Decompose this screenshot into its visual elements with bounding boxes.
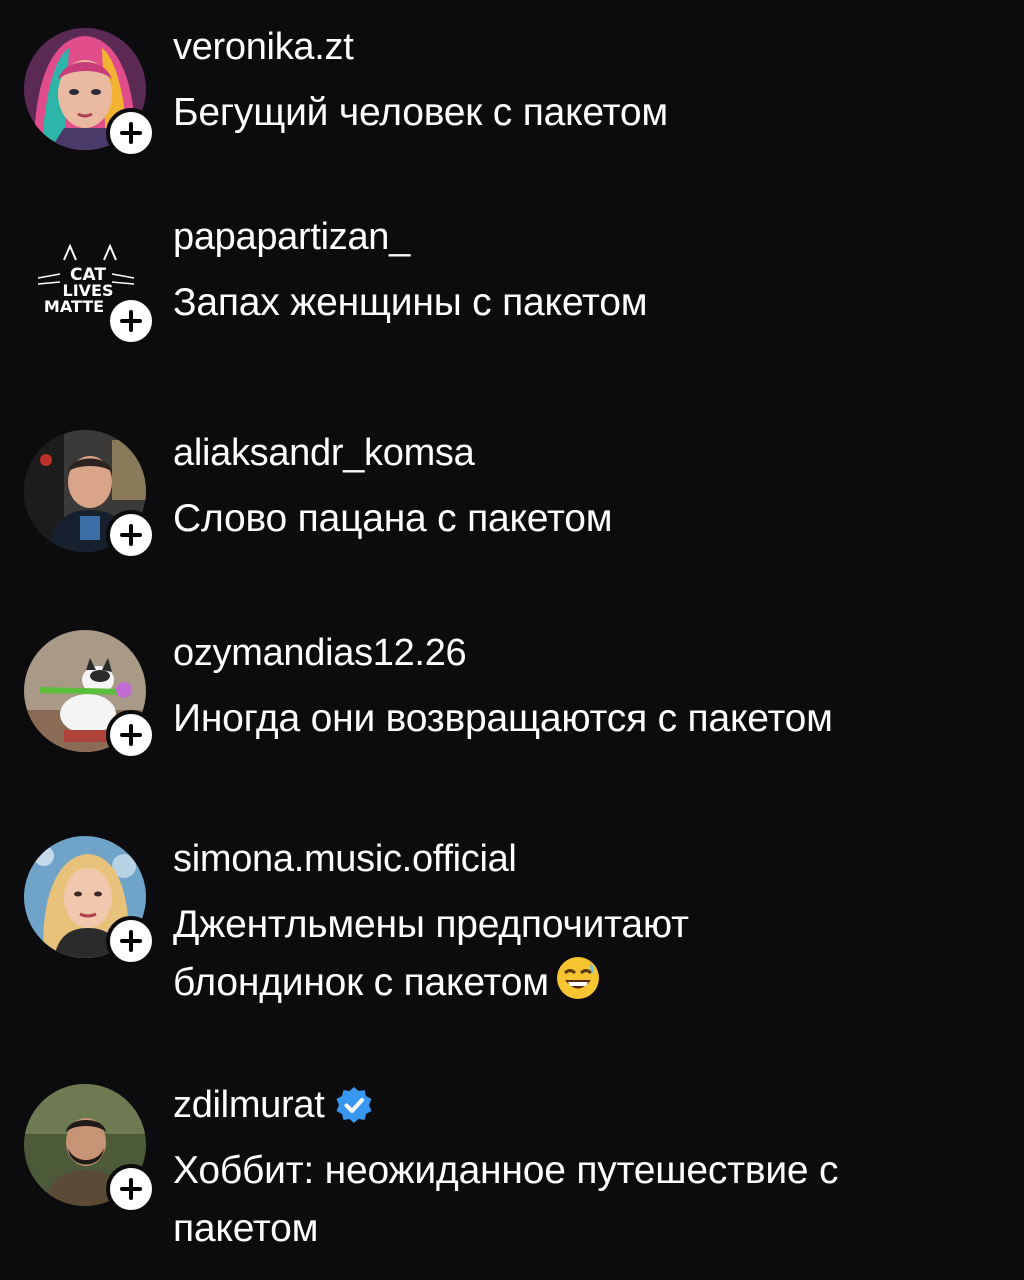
username-label[interactable]: simona.music.official <box>173 836 517 882</box>
follow-plus-button[interactable] <box>106 916 156 966</box>
follow-plus-button[interactable] <box>106 710 156 760</box>
avatar-container[interactable] <box>24 630 156 760</box>
username-label[interactable]: aliaksandr_komsa <box>173 430 475 476</box>
plus-icon <box>120 724 142 746</box>
avatar-container[interactable]: CAT LIVES MATTE <box>24 216 156 346</box>
plus-icon <box>120 930 142 952</box>
follow-plus-button[interactable] <box>106 1164 156 1214</box>
comment-text: Запах женщины с пакетом <box>173 281 648 324</box>
plus-icon <box>120 1178 142 1200</box>
comment-text-line: блондинок с пакетом <box>173 954 984 1012</box>
avatar-text-matter: MATTE <box>44 297 104 316</box>
comment-username[interactable]: simona.music.official <box>173 836 984 882</box>
comment-list: veronika.zt Бегущий человек с пакетом CA… <box>0 0 1024 1280</box>
follow-plus-button[interactable] <box>106 296 156 346</box>
plus-icon <box>120 310 142 332</box>
comment-text: Хоббит: неожиданное путешествие с пакето… <box>173 1142 984 1258</box>
comment-text: Слово пацана с пакетом <box>173 497 613 540</box>
follow-plus-button[interactable] <box>106 108 156 158</box>
comment-text-line: Джентльмены предпочитают <box>173 903 689 946</box>
username-label[interactable]: veronika.zt <box>173 24 354 70</box>
avatar-container[interactable] <box>24 28 156 158</box>
avatar-container[interactable] <box>24 1084 156 1214</box>
comment-text-line: пакетом <box>173 1207 319 1250</box>
username-label[interactable]: papapartizan_ <box>173 214 410 260</box>
avatar-container[interactable] <box>24 836 156 966</box>
comment-text-line-content: блондинок с пакетом <box>173 961 549 1004</box>
comment-username[interactable]: aliaksandr_komsa <box>173 430 984 476</box>
comment-username[interactable]: zdilmurat <box>173 1082 984 1128</box>
grinning-sweat-emoji-icon <box>555 955 601 1001</box>
comment-text-line: Хоббит: неожиданное путешествие с <box>173 1149 839 1192</box>
verified-badge-icon <box>334 1085 374 1125</box>
follow-plus-button[interactable] <box>106 510 156 560</box>
username-label[interactable]: zdilmurat <box>173 1082 325 1128</box>
plus-icon <box>120 524 142 546</box>
plus-icon <box>120 122 142 144</box>
comment-username[interactable]: veronika.zt <box>173 24 984 70</box>
comment-text: Бегущий человек с пакетом <box>173 91 668 134</box>
comment-text: Джентльмены предпочитают блондинок с пак… <box>173 896 984 1012</box>
comment-username[interactable]: ozymandias12.26 <box>173 630 984 676</box>
comment-text: Иногда они возвращаются с пакетом <box>173 697 833 740</box>
username-label[interactable]: ozymandias12.26 <box>173 630 467 676</box>
avatar-container[interactable] <box>24 430 156 560</box>
comment-username[interactable]: papapartizan_ <box>173 214 984 260</box>
